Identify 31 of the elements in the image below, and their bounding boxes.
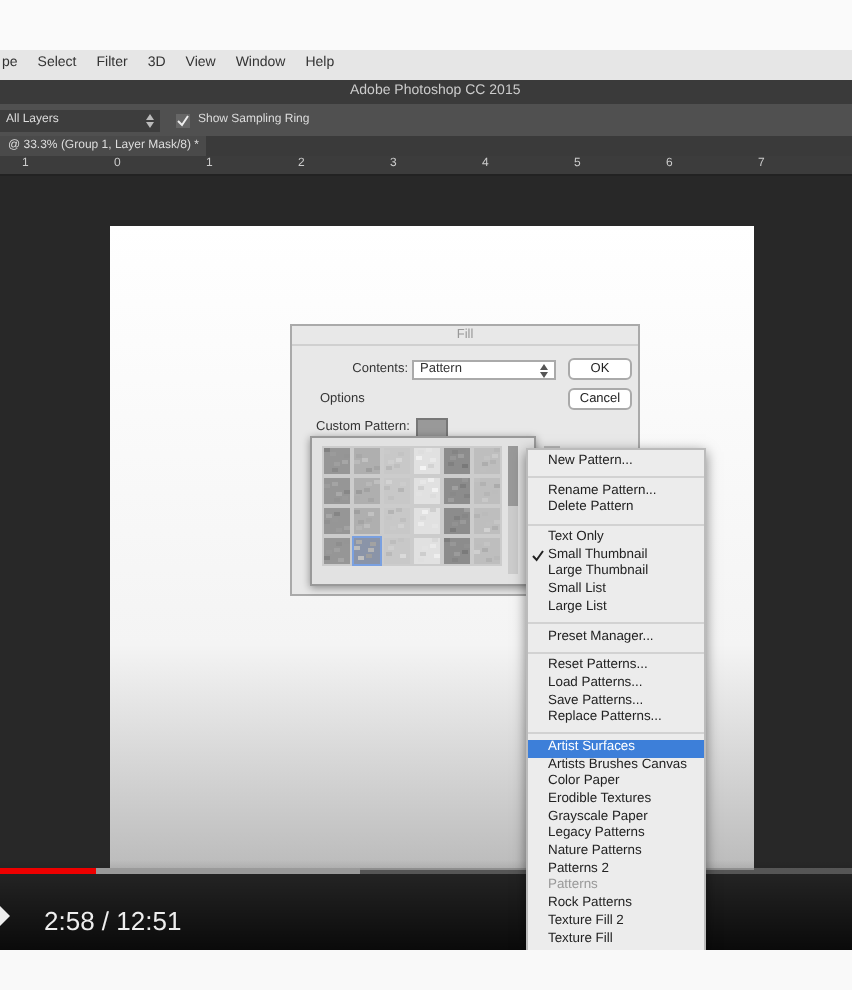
pattern-thumbnail[interactable] — [472, 536, 502, 566]
pattern-thumbnail[interactable] — [472, 506, 502, 536]
pattern-thumbnail[interactable] — [322, 446, 352, 476]
pattern-swatch[interactable] — [415, 417, 448, 440]
scrollbar[interactable] — [508, 446, 518, 574]
pattern-thumbnail[interactable] — [382, 476, 412, 506]
pattern-thumbnail[interactable] — [442, 476, 472, 506]
pattern-thumbnail[interactable] — [412, 446, 442, 476]
pattern-thumbnail[interactable] — [352, 446, 382, 476]
play-icon[interactable] — [0, 906, 10, 926]
pattern-thumbnail[interactable] — [442, 506, 472, 536]
pattern-thumbnail[interactable] — [412, 476, 442, 506]
pattern-thumbnail[interactable] — [412, 506, 442, 536]
pattern-thumbnail[interactable] — [382, 536, 412, 566]
pattern-thumbnail[interactable] — [442, 446, 472, 476]
pattern-thumbnail[interactable] — [472, 476, 502, 506]
pattern-thumbnail[interactable] — [322, 476, 352, 506]
pattern-thumbnail[interactable] — [322, 506, 352, 536]
pattern-thumbnail[interactable] — [382, 506, 412, 536]
pattern-thumbnail[interactable] — [352, 536, 382, 566]
updown-arrows-icon — [146, 113, 154, 127]
pattern-thumbnail[interactable] — [352, 476, 382, 506]
pattern-thumbnail[interactable] — [412, 536, 442, 566]
updown-arrows-icon — [540, 363, 548, 377]
pattern-thumbnail[interactable] — [472, 446, 502, 476]
pattern-thumbnail[interactable] — [382, 446, 412, 476]
pattern-thumbnail[interactable] — [322, 536, 352, 566]
sampling-ring-checkbox[interactable] — [176, 113, 190, 127]
pattern-thumbnail[interactable] — [442, 536, 472, 566]
pattern-thumbnail[interactable] — [352, 506, 382, 536]
video-time: 2:58 / 12:51 — [44, 904, 182, 940]
